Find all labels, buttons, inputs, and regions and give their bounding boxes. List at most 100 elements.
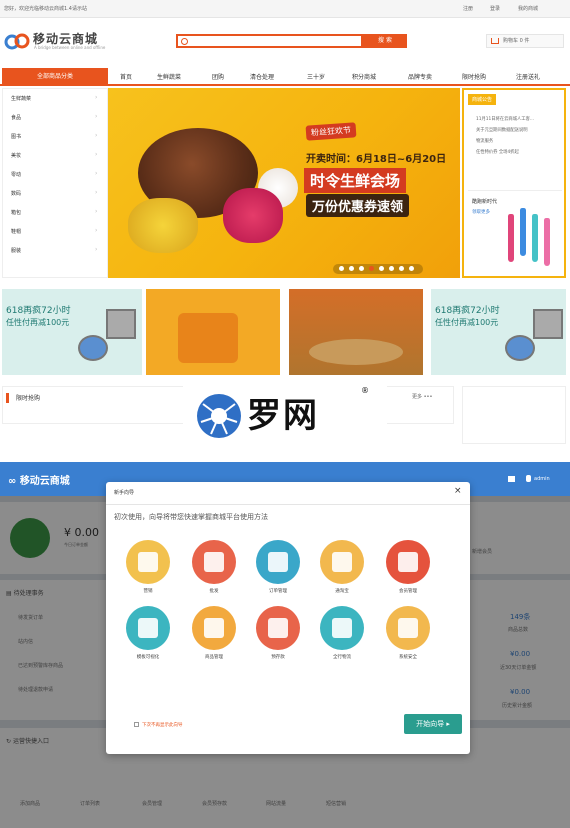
goods-manage-icon[interactable] — [192, 606, 236, 650]
banner-title: 时令生鲜会场 — [304, 168, 407, 193]
sidebar-item-digital[interactable]: 数码 — [11, 190, 21, 197]
promo-text: 618再疯72小时 — [6, 306, 71, 316]
nav-item-clearance[interactable]: 清仓处理 — [250, 72, 274, 81]
dialog-title: 新手向导 — [114, 490, 135, 496]
sidebar-item-books[interactable]: 图书 — [11, 133, 21, 140]
admin-logo[interactable]: ∞ 移动云商城 — [8, 472, 70, 487]
deposit-icon[interactable] — [256, 606, 300, 650]
dragonfruit-image — [223, 188, 283, 243]
registered-mark: ® — [361, 386, 369, 395]
nav-item-gift[interactable]: 注册送礼 — [516, 72, 540, 81]
home-icon[interactable] — [508, 476, 515, 482]
carousel-dot[interactable] — [409, 266, 414, 271]
carousel-dots — [333, 264, 423, 274]
all-categories-button[interactable]: 全部商品分类 — [2, 68, 108, 86]
cart-button[interactable]: 购物车 0 件 — [486, 34, 564, 48]
chevron-right-icon: › — [95, 170, 98, 177]
no-show-label[interactable]: 下次不再显示此向导 — [142, 722, 183, 728]
nav-item-flash[interactable]: 限时抢购 — [462, 72, 486, 81]
more-link[interactable]: 更多 ••• — [412, 393, 432, 400]
hero-banner[interactable]: 粉丝狂欢节 开卖时间：6月18日~6月20日 时令生鲜会场 万份优惠券速领 — [108, 88, 460, 278]
member-manage-icon[interactable] — [386, 540, 430, 584]
taobao-icon[interactable] — [320, 540, 364, 584]
search-button[interactable]: 搜 索 — [363, 34, 407, 48]
sidebar-item-shoes[interactable]: 鞋帽 — [11, 228, 21, 235]
brand-link[interactable]: 领取更多 — [472, 209, 490, 215]
marketing-icon[interactable] — [126, 540, 170, 584]
dialog-intro: 初次使用，向导将带您快速掌握商城平台使用方法 — [114, 513, 268, 521]
chevron-right-icon: › — [95, 94, 98, 101]
search-icon — [181, 38, 188, 45]
admin-screenshot: ∞ 移动云商城 admin ¥ 0.00 今日订单金额 新增会员 ▤ 待处理事务… — [0, 462, 570, 828]
brand-title: 酷跑新时代 — [472, 199, 498, 205]
promo-tile[interactable]: 618再疯72小时 任性付再减100元 — [2, 289, 142, 375]
category-sidebar: 生鲜蔬菜 › 食品 › 图书 › 美妆 › 零动 › 数码 › 箱包 › 鞋帽 … — [2, 88, 108, 278]
carousel-dot[interactable] — [349, 266, 354, 271]
sidebar-item-bags[interactable]: 箱包 — [11, 209, 21, 216]
carousel-dot[interactable] — [359, 266, 364, 271]
carousel-dot[interactable] — [339, 266, 344, 271]
nav-item-brand[interactable]: 品牌专卖 — [408, 72, 432, 81]
search-input[interactable] — [176, 34, 363, 48]
nav-item-fresh[interactable]: 生鲜蔬菜 — [157, 72, 181, 81]
card-icon — [268, 618, 288, 638]
cart-icon — [204, 552, 224, 572]
guide-label: 通淘宝 — [335, 589, 349, 594]
carousel-dot[interactable] — [399, 266, 404, 271]
promo-tile[interactable] — [289, 289, 423, 375]
guide-label: 营销 — [143, 589, 153, 594]
wholesale-icon[interactable] — [192, 540, 236, 584]
order-manage-icon[interactable] — [256, 540, 300, 584]
nav-item-home[interactable]: 首页 — [120, 72, 132, 81]
taobao-glyph-icon — [332, 552, 352, 572]
sidebar-item-food[interactable]: 食品 — [11, 114, 21, 121]
nav-item-points[interactable]: 积分商城 — [352, 72, 376, 81]
cart-icon — [491, 38, 499, 44]
notice-item[interactable]: 物流服务 — [476, 138, 493, 144]
top-bar: 您好，欢迎光临移动云商城1.4请示站 注册 登录 我的商城 — [0, 0, 570, 18]
close-icon[interactable]: × — [454, 486, 462, 496]
notice-item[interactable]: 关于元旦期间数据配送说明 — [476, 127, 528, 133]
sidebar-item-fresh[interactable]: 生鲜蔬菜 — [11, 95, 31, 102]
promo-tile[interactable]: 618再疯72小时 任性付再减100元 — [431, 289, 566, 375]
logistics-icon[interactable] — [320, 606, 364, 650]
product-image — [520, 208, 526, 256]
section-marker — [6, 393, 9, 403]
carousel-dot-active[interactable] — [369, 266, 374, 271]
truck-icon — [332, 618, 352, 638]
sidebar-item-clothes[interactable]: 服装 — [11, 247, 21, 254]
login-link[interactable]: 登录 — [490, 5, 500, 12]
logo-subtitle: A bridge between online and offline — [34, 45, 106, 50]
promo-tile[interactable] — [146, 289, 280, 375]
register-link[interactable]: 注册 — [463, 5, 473, 12]
notice-panel: 商城公告 11月11日将在云商城人工客... 关于元旦期间数据配送说明 物流服务… — [462, 88, 566, 278]
welcome-text: 您好，欢迎光临移动云商城1.4请示站 — [4, 6, 87, 12]
carousel-dot[interactable] — [389, 266, 394, 271]
start-guide-button[interactable]: 开始向导 ▸ — [404, 714, 462, 734]
chevron-right-icon: › — [95, 208, 98, 215]
my-mall-link[interactable]: 我的商城 — [518, 5, 538, 12]
nav-item-thirty[interactable]: 三十岁 — [307, 72, 325, 81]
carousel-dot[interactable] — [379, 266, 384, 271]
notice-header: 商城公告 — [468, 94, 497, 105]
admin-username[interactable]: admin — [534, 476, 550, 482]
banner-subtitle: 万份优惠券速领 — [306, 194, 410, 217]
sidebar-item-beauty[interactable]: 美妆 — [11, 152, 21, 159]
cart-label: 购物车 0 件 — [503, 38, 530, 44]
security-icon[interactable] — [386, 606, 430, 650]
shield-icon — [398, 618, 418, 638]
notice-item[interactable]: 任性特价券 全场4折起 — [476, 149, 519, 155]
watermark-logo: 罗网 ® — [183, 380, 387, 446]
nav-item-group[interactable]: 团购 — [212, 72, 224, 81]
chevron-right-icon: › — [95, 151, 98, 158]
guide-label: 预存款 — [271, 655, 285, 660]
guide-label: 商品管理 — [205, 655, 223, 660]
no-show-checkbox[interactable] — [134, 722, 139, 727]
sidebar-item-sports[interactable]: 零动 — [11, 171, 21, 178]
pineapple-image — [128, 198, 198, 253]
spider-logo-icon — [197, 394, 241, 438]
notice-item[interactable]: 11月11日将在云商城人工客... — [476, 116, 534, 122]
template-icon[interactable] — [126, 606, 170, 650]
promo-text: 任性付再减100元 — [435, 318, 499, 327]
guide-label: 批发 — [209, 589, 219, 594]
